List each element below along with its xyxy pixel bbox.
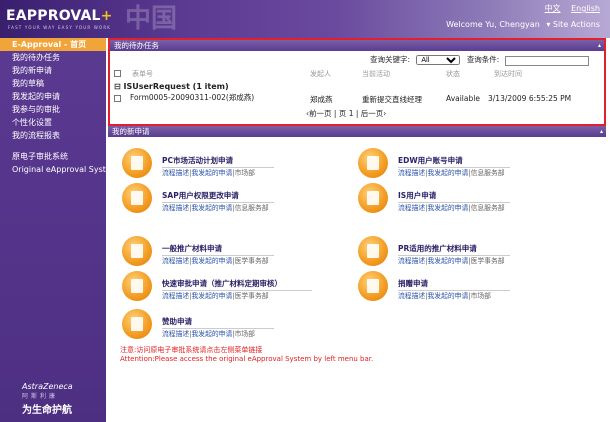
process-desc-link[interactable]: 流程描述 [162,257,189,265]
notice-text: 注意:访问原电子审批系统请点击左侧菜单链接 Attention:Please a… [120,346,374,363]
dept-label: 市场部 [234,169,255,177]
process-desc-link[interactable]: 流程描述 [162,169,189,177]
page-number: 1 [348,109,354,118]
dept-label: 医学事务部 [234,292,269,300]
my-initiated-link[interactable]: 我发起的申请 [191,204,232,212]
row-activity: 重新提交直线经理 [362,95,422,104]
my-initiated-link[interactable]: 我发起的申请 [191,330,232,338]
lang-english-link[interactable]: English [571,4,600,13]
welcome-text[interactable]: Welcome Yu, Chengyan [446,20,540,29]
col-status[interactable]: 状态 [446,69,460,79]
task-group-header[interactable]: ⊟ ISUserRequest (1 item) [114,82,229,91]
select-all-checkbox[interactable] [114,70,121,77]
next-page-link[interactable]: 后一页 [361,109,384,118]
pager: ‹前一页 | 页 1 | 后一页› [306,109,387,118]
dept-label: 信息服务部 [470,204,505,212]
request-icon [122,148,152,178]
panel-header: 我的新申请 ▴ [108,126,606,137]
sidebar-item-old-system-cn[interactable]: 原电子审批系统 [0,150,106,163]
sidebar-item-new-request[interactable]: 我的新申请 [0,64,106,77]
sidebar: E-Approval - 首页 我的待办任务 我的新申请 我的草稿 我发起的申请… [0,38,119,422]
sidebar-item-old-system-en[interactable]: Original eApproval System [0,163,119,176]
sidebar-item-reports[interactable]: 我的流程报表 [0,129,106,142]
astrazeneca-logo: AstraZeneca 阿斯利康 为生命护航 [22,382,73,416]
my-initiated-link[interactable]: 我发起的申请 [427,169,468,177]
process-desc-link[interactable]: 流程描述 [398,292,425,300]
process-desc-link[interactable]: 流程描述 [398,257,425,265]
my-initiated-link[interactable]: 我发起的申请 [191,257,232,265]
process-desc-link[interactable]: 流程描述 [162,204,189,212]
request-sponsorship: 赞助申请 流程描述|我发起的申请|市场部 [122,309,352,345]
process-desc-link[interactable]: 流程描述 [398,169,425,177]
my-initiated-link[interactable]: 我发起的申请 [191,292,232,300]
request-is-user: IS用户申请 流程描述|我发起的申请|信息服务部 [358,183,588,219]
user-welcome: Welcome Yu, Chengyan ▾ Site Actions [446,20,600,29]
table-header: 表单号 发起人 当前活动 状态 到达时间 [114,69,600,79]
sidebar-item-home[interactable]: E-Approval - 首页 [0,38,106,51]
request-icon [122,309,152,339]
keyword-select[interactable]: All [416,55,461,65]
request-sap-permission: SAP用户权限更改申请 流程描述|我发起的申请|信息服务部 [122,183,352,219]
request-pr-promo: PR适用的推广材料申请 流程描述|我发起的申请|医学事务部 [358,236,588,272]
request-icon [358,148,388,178]
dept-label: 医学事务部 [234,257,269,265]
dept-label: 医学事务部 [470,257,505,265]
sidebar-item-drafts[interactable]: 我的草稿 [0,77,106,90]
col-initiator[interactable]: 发起人 [310,69,331,79]
lang-chinese-link[interactable]: 中文 [545,4,561,13]
dept-label: 信息服务部 [470,169,505,177]
col-activity[interactable]: 当前活动 [362,69,390,79]
col-time[interactable]: 到达时间 [494,69,522,79]
prev-page-link[interactable]: 前一页 [309,109,332,118]
panel-header: 我的待办任务 ▴ [110,40,604,51]
request-icon [358,236,388,266]
request-icon [122,236,152,266]
process-desc-link[interactable]: 流程描述 [162,292,189,300]
request-donation: 捐赠申请 流程描述|我发起的申请|市场部 [358,271,588,307]
sidebar-item-participated[interactable]: 我参与的审批 [0,103,106,116]
request-pc-marketing: PC市场活动计划申请 流程描述|我发起的申请|市场部 [122,148,352,184]
my-initiated-link[interactable]: 我发起的申请 [191,169,232,177]
row-checkbox[interactable] [114,95,121,102]
banner-graphic: 中国 [125,4,178,34]
process-desc-link[interactable]: 流程描述 [162,330,189,338]
sidebar-item-my-tasks[interactable]: 我的待办任务 [0,51,106,64]
query-bar: 查询关键字: All 查询条件: [370,54,589,66]
col-form[interactable]: 表单号 [132,69,153,79]
request-icon [358,183,388,213]
process-desc-link[interactable]: 流程描述 [398,204,425,212]
request-icon [122,271,152,301]
row-initiator: 郑成燕 [310,95,333,104]
request-fast-approval: 快速审批申请（推广材料定期审核） 流程描述|我发起的申请|医学事务部 [122,271,352,307]
dept-label: 市场部 [470,292,491,300]
app-tagline: FAST YOUR WAY EASY YOUR WORK [8,25,112,30]
my-initiated-link[interactable]: 我发起的申请 [427,204,468,212]
header-banner: EAPPROVAL+ FAST YOUR WAY EASY YOUR WORK … [0,0,610,38]
my-initiated-link[interactable]: 我发起的申请 [427,257,468,265]
row-time: 3/13/2009 6:55:25 PM [488,94,572,103]
row-form[interactable]: Form0005-20090311-002(郑成燕) [130,92,254,103]
app-logo[interactable]: EAPPROVAL+ [6,8,113,24]
my-initiated-link[interactable]: 我发起的申请 [427,292,468,300]
request-icon [358,271,388,301]
language-switcher: 中文 English [537,3,600,14]
new-requests-panel: 我的新申请 ▴ PC市场活动计划申请 流程描述|我发起的申请|市场部 EDW用户账… [108,126,606,396]
dept-label: 信息服务部 [234,204,269,212]
request-general-promo: 一般推广材料申请 流程描述|我发起的申请|医学事务部 [122,236,352,272]
request-icon [122,183,152,213]
sidebar-item-personalize[interactable]: 个性化设置 [0,116,106,129]
sidebar-item-initiated[interactable]: 我发起的申请 [0,90,106,103]
collapse-icon[interactable]: ▴ [600,126,603,137]
row-status: Available [446,94,480,103]
site-actions-menu[interactable]: ▾ Site Actions [546,20,600,29]
collapse-icon[interactable]: ▴ [598,40,601,51]
request-edw-account: EDW用户账号申请 流程描述|我发起的申请|信息服务部 [358,148,588,184]
pending-tasks-panel: 我的待办任务 ▴ 查询关键字: All 查询条件: 表单号 发起人 当前活动 状态… [108,38,606,126]
condition-input[interactable] [504,55,589,66]
dept-label: 市场部 [234,330,255,338]
